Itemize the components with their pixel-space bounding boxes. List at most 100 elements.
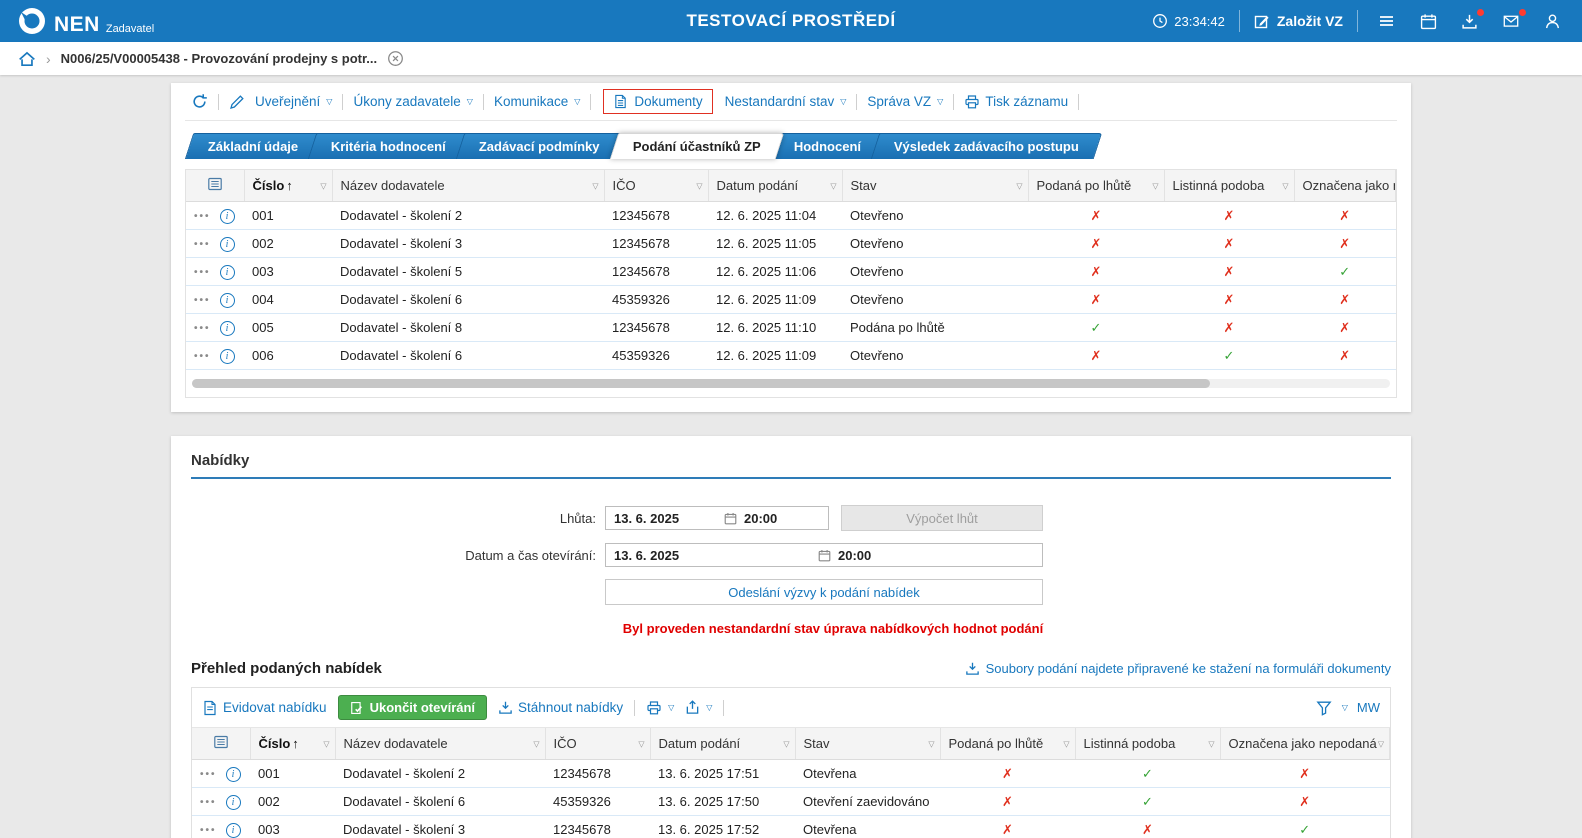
calendar-icon[interactable] [724, 512, 737, 525]
send-invitation-button[interactable]: Odeslání výzvy k podání nabídek [605, 579, 1043, 605]
deadline-datetime-field[interactable]: 13. 6. 2025 20:00 [605, 506, 829, 530]
column-header-nepodana[interactable]: Označena jako nep [1294, 170, 1396, 202]
filter-icon[interactable] [1316, 700, 1332, 716]
submission-files-link[interactable]: Soubory podání najdete připravené ke sta… [965, 661, 1391, 676]
toolbar-item-uverejneni[interactable]: Uveřejnění▽ [255, 94, 332, 109]
toolbar-item-nestandardni-stav[interactable]: Nestandardní stav▽ [725, 94, 847, 109]
opening-datetime-field[interactable]: 13. 6. 2025 20:00 [605, 543, 1043, 567]
info-icon[interactable]: i [220, 237, 235, 252]
messages-button[interactable] [1497, 13, 1525, 29]
table-row[interactable]: •••i001Dodavatel - školení 21234567813. … [192, 760, 1390, 788]
filter-caret-icon[interactable]: ▽ [1378, 739, 1384, 748]
column-header-nazev[interactable]: Název dodavatele▽ [335, 728, 545, 760]
toolbar-item-dokumenty[interactable]: Dokumenty [634, 94, 702, 109]
column-header-ico[interactable]: IČO▽ [545, 728, 650, 760]
home-icon[interactable] [18, 50, 36, 68]
filter-caret-icon[interactable]: ▽ [320, 181, 326, 190]
row-menu-icon[interactable]: ••• [194, 211, 211, 222]
row-menu-icon[interactable]: ••• [200, 769, 217, 780]
row-menu-icon[interactable]: ••• [194, 351, 211, 362]
info-icon[interactable]: i [226, 795, 241, 810]
row-menu-icon[interactable]: ••• [200, 797, 217, 808]
column-header-po-lhute[interactable]: Podaná po lhůtě▽ [940, 728, 1075, 760]
filter-caret-icon[interactable]: ▽ [696, 181, 702, 190]
menu-button[interactable] [1372, 13, 1401, 29]
column-header-listinna[interactable]: Listinná podoba▽ [1075, 728, 1220, 760]
opening-time-value[interactable]: 20:00 [838, 548, 871, 563]
row-menu-icon[interactable]: ••• [194, 239, 211, 250]
toolbar-item-ukony-zadavatele[interactable]: Úkony zadavatele▽ [353, 94, 472, 109]
close-record-icon[interactable] [387, 50, 404, 67]
column-header-nazev[interactable]: Název dodavatele▽ [332, 170, 604, 202]
evidovat-nabidku-button[interactable]: Evidovat nabídku [202, 700, 327, 716]
calendar-button[interactable] [1415, 13, 1442, 30]
history-button[interactable] [191, 93, 208, 110]
filter-caret-icon[interactable]: ▽ [638, 739, 644, 748]
table-row[interactable]: •••i002Dodavatel - školení 31234567812. … [186, 230, 1396, 258]
table-row[interactable]: •••i004Dodavatel - školení 64535932612. … [186, 286, 1396, 314]
column-header-listinna[interactable]: Listinná podoba▽ [1164, 170, 1294, 202]
column-header-ico[interactable]: IČO▽ [604, 170, 708, 202]
horizontal-scrollbar[interactable] [192, 379, 1390, 388]
export-grid-button[interactable]: ▽ [685, 700, 712, 715]
tab-zakladni-udaje[interactable]: Základní údaje [185, 133, 322, 159]
tab-zadavaci-podminky[interactable]: Zadávací podmínky [456, 133, 623, 159]
brand[interactable]: NEN Zadavatel [16, 5, 154, 37]
tab-vysledek-zadavaciho-postupu[interactable]: Výsledek zadávacího postupu [871, 133, 1102, 159]
toolbar-item-sprava-vz[interactable]: Správa VZ▽ [867, 94, 943, 109]
filter-caret-icon[interactable]: ▽ [533, 739, 539, 748]
table-row[interactable]: •••i002Dodavatel - školení 64535932613. … [192, 788, 1390, 816]
print-grid-button[interactable]: ▽ [646, 700, 674, 716]
tab-kriteria-hodnoceni[interactable]: Kritéria hodnocení [308, 133, 469, 159]
tab-podani-ucastniku-zp[interactable]: Podání účastníků ZP [610, 133, 784, 159]
info-icon[interactable]: i [220, 209, 235, 224]
filter-caret-icon[interactable]: ▽ [1282, 181, 1288, 190]
filter-caret-icon[interactable]: ▽ [783, 739, 789, 748]
chevron-down-icon[interactable]: ▽ [1342, 703, 1348, 712]
info-icon[interactable]: i [220, 265, 235, 280]
row-menu-icon[interactable]: ••• [200, 825, 217, 836]
column-header-stav[interactable]: Stav▽ [795, 728, 940, 760]
deadline-date-value[interactable]: 13. 6. 2025 [606, 511, 724, 526]
opening-date-value[interactable]: 13. 6. 2025 [606, 548, 818, 563]
column-settings-header[interactable] [192, 728, 250, 760]
compute-deadlines-button[interactable]: Výpočet lhůt [841, 505, 1043, 531]
column-header-cislo[interactable]: Číslo↑▽ [244, 170, 332, 202]
info-icon[interactable]: i [226, 823, 241, 838]
filter-caret-icon[interactable]: ▽ [592, 181, 598, 190]
column-header-stav[interactable]: Stav▽ [842, 170, 1028, 202]
column-header-nepodana[interactable]: Označena jako nepodaná▽ [1220, 728, 1390, 760]
calendar-icon[interactable] [818, 549, 831, 562]
column-header-po-lhute[interactable]: Podaná po lhůtě▽ [1028, 170, 1164, 202]
filter-caret-icon[interactable]: ▽ [830, 181, 836, 190]
filter-caret-icon[interactable]: ▽ [1063, 739, 1069, 748]
edit-button[interactable] [229, 94, 245, 110]
table-row[interactable]: •••i006Dodavatel - školení 64535932612. … [186, 342, 1396, 370]
info-icon[interactable]: i [220, 293, 235, 308]
filter-caret-icon[interactable]: ▽ [1208, 739, 1214, 748]
row-menu-icon[interactable]: ••• [194, 295, 211, 306]
table-row[interactable]: •••i005Dodavatel - školení 81234567812. … [186, 314, 1396, 342]
table-row[interactable]: •••i003Dodavatel - školení 51234567812. … [186, 258, 1396, 286]
create-vz-button[interactable]: Založit VZ [1254, 13, 1343, 29]
column-header-cislo[interactable]: Číslo↑▽ [250, 728, 335, 760]
scrollbar-thumb[interactable] [192, 379, 1210, 388]
breadcrumb-record[interactable]: N006/25/V00005438 - Provozování prodejny… [61, 51, 377, 66]
info-icon[interactable]: i [220, 321, 235, 336]
stahnout-nabidky-button[interactable]: Stáhnout nabídky [498, 700, 623, 715]
filter-caret-icon[interactable]: ▽ [1152, 181, 1158, 190]
tab-hodnoceni[interactable]: Hodnocení [770, 133, 884, 159]
table-row[interactable]: •••i003Dodavatel - školení 31234567813. … [192, 816, 1390, 838]
table-row[interactable]: •••i001Dodavatel - školení 21234567812. … [186, 202, 1396, 230]
column-header-datum[interactable]: Datum podání▽ [650, 728, 795, 760]
filter-caret-icon[interactable]: ▽ [928, 739, 934, 748]
info-icon[interactable]: i [220, 349, 235, 364]
filter-caret-icon[interactable]: ▽ [323, 739, 329, 748]
column-header-datum[interactable]: Datum podání▽ [708, 170, 842, 202]
column-settings-header[interactable] [186, 170, 244, 202]
ukoncit-otevirani-button[interactable]: Ukončit otevírání [338, 695, 487, 720]
filter-caret-icon[interactable]: ▽ [1016, 181, 1022, 190]
row-menu-icon[interactable]: ••• [194, 323, 211, 334]
info-icon[interactable]: i [226, 767, 241, 782]
downloads-button[interactable] [1456, 13, 1483, 30]
